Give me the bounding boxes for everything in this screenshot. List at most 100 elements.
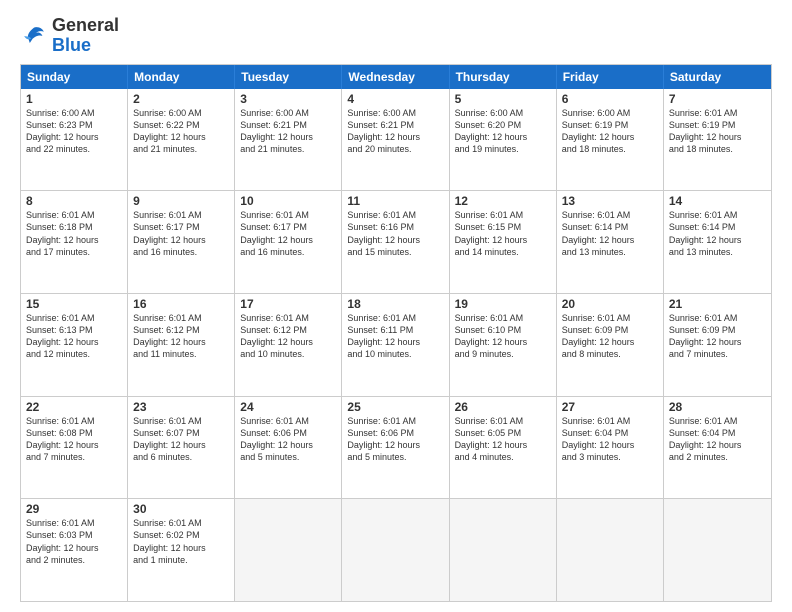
day-cell: 1Sunrise: 6:00 AM Sunset: 6:23 PM Daylig… <box>21 89 128 191</box>
day-cell: 21Sunrise: 6:01 AM Sunset: 6:09 PM Dayli… <box>664 294 771 396</box>
day-number: 14 <box>669 194 766 208</box>
day-cell: 12Sunrise: 6:01 AM Sunset: 6:15 PM Dayli… <box>450 191 557 293</box>
day-info: Sunrise: 6:01 AM Sunset: 6:12 PM Dayligh… <box>133 312 229 361</box>
weekday-header: Tuesday <box>235 65 342 89</box>
day-cell: 23Sunrise: 6:01 AM Sunset: 6:07 PM Dayli… <box>128 397 235 499</box>
day-info: Sunrise: 6:01 AM Sunset: 6:13 PM Dayligh… <box>26 312 122 361</box>
day-number: 8 <box>26 194 122 208</box>
day-number: 29 <box>26 502 122 516</box>
day-number: 4 <box>347 92 443 106</box>
day-number: 12 <box>455 194 551 208</box>
calendar-row: 8Sunrise: 6:01 AM Sunset: 6:18 PM Daylig… <box>21 190 771 293</box>
day-cell: 11Sunrise: 6:01 AM Sunset: 6:16 PM Dayli… <box>342 191 449 293</box>
calendar: SundayMondayTuesdayWednesdayThursdayFrid… <box>20 64 772 602</box>
day-cell: 10Sunrise: 6:01 AM Sunset: 6:17 PM Dayli… <box>235 191 342 293</box>
day-number: 5 <box>455 92 551 106</box>
day-cell: 8Sunrise: 6:01 AM Sunset: 6:18 PM Daylig… <box>21 191 128 293</box>
weekday-header: Saturday <box>664 65 771 89</box>
day-info: Sunrise: 6:00 AM Sunset: 6:23 PM Dayligh… <box>26 107 122 156</box>
day-number: 1 <box>26 92 122 106</box>
day-cell: 25Sunrise: 6:01 AM Sunset: 6:06 PM Dayli… <box>342 397 449 499</box>
empty-cell <box>664 499 771 601</box>
day-cell: 3Sunrise: 6:00 AM Sunset: 6:21 PM Daylig… <box>235 89 342 191</box>
day-number: 15 <box>26 297 122 311</box>
day-number: 17 <box>240 297 336 311</box>
logo-text: General Blue <box>52 16 119 56</box>
day-cell: 22Sunrise: 6:01 AM Sunset: 6:08 PM Dayli… <box>21 397 128 499</box>
logo: General Blue <box>20 16 119 56</box>
empty-cell <box>450 499 557 601</box>
calendar-row: 22Sunrise: 6:01 AM Sunset: 6:08 PM Dayli… <box>21 396 771 499</box>
day-info: Sunrise: 6:01 AM Sunset: 6:08 PM Dayligh… <box>26 415 122 464</box>
day-info: Sunrise: 6:01 AM Sunset: 6:09 PM Dayligh… <box>669 312 766 361</box>
day-info: Sunrise: 6:01 AM Sunset: 6:12 PM Dayligh… <box>240 312 336 361</box>
day-cell: 24Sunrise: 6:01 AM Sunset: 6:06 PM Dayli… <box>235 397 342 499</box>
day-cell: 2Sunrise: 6:00 AM Sunset: 6:22 PM Daylig… <box>128 89 235 191</box>
day-number: 6 <box>562 92 658 106</box>
day-number: 13 <box>562 194 658 208</box>
day-cell: 5Sunrise: 6:00 AM Sunset: 6:20 PM Daylig… <box>450 89 557 191</box>
day-cell: 28Sunrise: 6:01 AM Sunset: 6:04 PM Dayli… <box>664 397 771 499</box>
day-number: 3 <box>240 92 336 106</box>
day-number: 22 <box>26 400 122 414</box>
day-info: Sunrise: 6:01 AM Sunset: 6:11 PM Dayligh… <box>347 312 443 361</box>
day-number: 11 <box>347 194 443 208</box>
calendar-header: SundayMondayTuesdayWednesdayThursdayFrid… <box>21 65 771 89</box>
day-info: Sunrise: 6:01 AM Sunset: 6:18 PM Dayligh… <box>26 209 122 258</box>
day-info: Sunrise: 6:01 AM Sunset: 6:19 PM Dayligh… <box>669 107 766 156</box>
day-cell: 9Sunrise: 6:01 AM Sunset: 6:17 PM Daylig… <box>128 191 235 293</box>
calendar-row: 15Sunrise: 6:01 AM Sunset: 6:13 PM Dayli… <box>21 293 771 396</box>
day-number: 20 <box>562 297 658 311</box>
day-info: Sunrise: 6:01 AM Sunset: 6:06 PM Dayligh… <box>347 415 443 464</box>
empty-cell <box>342 499 449 601</box>
day-info: Sunrise: 6:00 AM Sunset: 6:19 PM Dayligh… <box>562 107 658 156</box>
day-info: Sunrise: 6:01 AM Sunset: 6:07 PM Dayligh… <box>133 415 229 464</box>
day-number: 16 <box>133 297 229 311</box>
day-info: Sunrise: 6:01 AM Sunset: 6:10 PM Dayligh… <box>455 312 551 361</box>
day-number: 7 <box>669 92 766 106</box>
day-cell: 7Sunrise: 6:01 AM Sunset: 6:19 PM Daylig… <box>664 89 771 191</box>
day-info: Sunrise: 6:01 AM Sunset: 6:03 PM Dayligh… <box>26 517 122 566</box>
day-cell: 30Sunrise: 6:01 AM Sunset: 6:02 PM Dayli… <box>128 499 235 601</box>
day-number: 19 <box>455 297 551 311</box>
day-info: Sunrise: 6:01 AM Sunset: 6:05 PM Dayligh… <box>455 415 551 464</box>
weekday-header: Monday <box>128 65 235 89</box>
day-cell: 15Sunrise: 6:01 AM Sunset: 6:13 PM Dayli… <box>21 294 128 396</box>
day-number: 25 <box>347 400 443 414</box>
day-number: 9 <box>133 194 229 208</box>
day-info: Sunrise: 6:01 AM Sunset: 6:17 PM Dayligh… <box>133 209 229 258</box>
logo-bird-icon <box>20 22 48 50</box>
day-info: Sunrise: 6:01 AM Sunset: 6:14 PM Dayligh… <box>562 209 658 258</box>
header: General Blue <box>20 16 772 56</box>
day-cell: 13Sunrise: 6:01 AM Sunset: 6:14 PM Dayli… <box>557 191 664 293</box>
day-info: Sunrise: 6:00 AM Sunset: 6:21 PM Dayligh… <box>347 107 443 156</box>
day-info: Sunrise: 6:00 AM Sunset: 6:20 PM Dayligh… <box>455 107 551 156</box>
empty-cell <box>557 499 664 601</box>
day-cell: 20Sunrise: 6:01 AM Sunset: 6:09 PM Dayli… <box>557 294 664 396</box>
day-cell: 16Sunrise: 6:01 AM Sunset: 6:12 PM Dayli… <box>128 294 235 396</box>
empty-cell <box>235 499 342 601</box>
day-number: 24 <box>240 400 336 414</box>
calendar-body: 1Sunrise: 6:00 AM Sunset: 6:23 PM Daylig… <box>21 89 771 601</box>
weekday-header: Thursday <box>450 65 557 89</box>
weekday-header: Wednesday <box>342 65 449 89</box>
day-info: Sunrise: 6:01 AM Sunset: 6:04 PM Dayligh… <box>669 415 766 464</box>
calendar-row: 1Sunrise: 6:00 AM Sunset: 6:23 PM Daylig… <box>21 89 771 191</box>
day-number: 10 <box>240 194 336 208</box>
day-info: Sunrise: 6:01 AM Sunset: 6:06 PM Dayligh… <box>240 415 336 464</box>
day-number: 27 <box>562 400 658 414</box>
day-info: Sunrise: 6:01 AM Sunset: 6:16 PM Dayligh… <box>347 209 443 258</box>
day-info: Sunrise: 6:01 AM Sunset: 6:04 PM Dayligh… <box>562 415 658 464</box>
day-info: Sunrise: 6:00 AM Sunset: 6:22 PM Dayligh… <box>133 107 229 156</box>
day-cell: 26Sunrise: 6:01 AM Sunset: 6:05 PM Dayli… <box>450 397 557 499</box>
day-number: 30 <box>133 502 229 516</box>
day-number: 26 <box>455 400 551 414</box>
day-info: Sunrise: 6:01 AM Sunset: 6:14 PM Dayligh… <box>669 209 766 258</box>
day-cell: 6Sunrise: 6:00 AM Sunset: 6:19 PM Daylig… <box>557 89 664 191</box>
day-info: Sunrise: 6:01 AM Sunset: 6:09 PM Dayligh… <box>562 312 658 361</box>
day-info: Sunrise: 6:01 AM Sunset: 6:02 PM Dayligh… <box>133 517 229 566</box>
day-cell: 17Sunrise: 6:01 AM Sunset: 6:12 PM Dayli… <box>235 294 342 396</box>
day-number: 23 <box>133 400 229 414</box>
day-cell: 14Sunrise: 6:01 AM Sunset: 6:14 PM Dayli… <box>664 191 771 293</box>
day-cell: 18Sunrise: 6:01 AM Sunset: 6:11 PM Dayli… <box>342 294 449 396</box>
